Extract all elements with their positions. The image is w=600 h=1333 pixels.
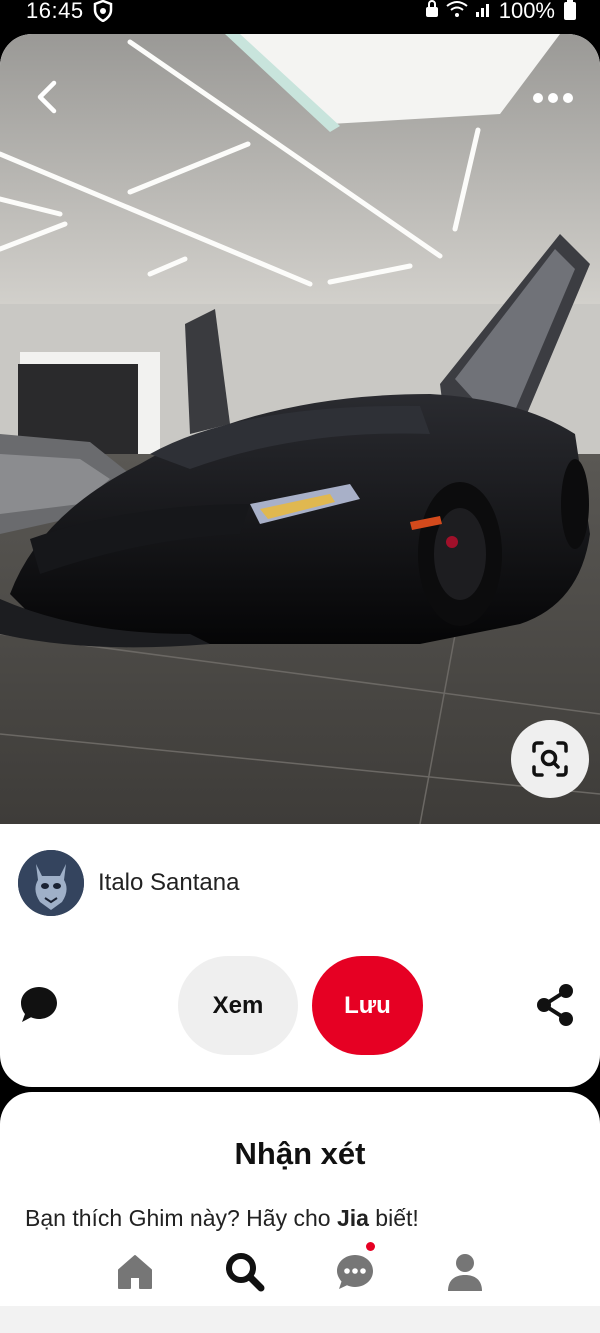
comment-button[interactable] <box>18 984 60 1026</box>
nav-home[interactable] <box>80 1242 190 1302</box>
wifi-icon <box>445 0 469 24</box>
view-button[interactable]: Xem <box>178 956 298 1055</box>
system-navigation-bar <box>0 1306 600 1333</box>
chat-icon <box>337 1255 373 1289</box>
search-icon <box>226 1253 265 1292</box>
notification-dot <box>366 1242 375 1251</box>
avatar[interactable] <box>18 850 84 916</box>
creator-name[interactable]: Italo Santana <box>98 869 239 897</box>
pin-image[interactable] <box>0 34 600 824</box>
nav-search[interactable] <box>190 1242 300 1302</box>
nav-profile[interactable] <box>410 1242 520 1302</box>
status-time: 16:45 <box>26 0 84 23</box>
comments-prompt-prefix: Bạn thích Ghim này? Hãy cho <box>25 1205 337 1231</box>
bottom-nav <box>0 1238 600 1306</box>
share-button[interactable] <box>534 982 576 1028</box>
pin-card: Italo Santana Xem Lưu <box>0 34 600 1087</box>
save-button[interactable]: Lưu <box>312 956 423 1055</box>
comments-prompt[interactable]: Bạn thích Ghim này? Hãy cho Jia biết! <box>25 1205 419 1232</box>
signal-icon <box>475 0 493 24</box>
battery-icon <box>564 0 576 20</box>
profile-icon <box>448 1254 482 1291</box>
comments-prompt-suffix: biết! <box>368 1205 419 1231</box>
home-icon <box>118 1255 152 1289</box>
chevron-left-icon <box>37 80 57 114</box>
lock-icon <box>425 0 439 24</box>
more-dots-icon <box>533 93 573 103</box>
share-icon <box>537 984 573 1026</box>
shield-icon <box>93 0 113 28</box>
lens-search-icon <box>532 741 568 777</box>
creator-row[interactable]: Italo Santana <box>18 850 239 916</box>
visual-search-button[interactable] <box>511 720 589 798</box>
battery-percent: 100% <box>498 0 555 23</box>
back-button[interactable] <box>24 74 70 120</box>
more-options-button[interactable] <box>526 78 580 118</box>
pin-actions: Xem Lưu <box>0 956 600 1056</box>
comments-title: Nhận xét <box>234 1136 366 1171</box>
comment-bubble-icon <box>21 987 57 1022</box>
nav-messages[interactable] <box>300 1242 410 1302</box>
status-bar: 16:45 100% <box>0 0 600 30</box>
status-indicators: 100% <box>425 0 576 24</box>
comments-prompt-name: Jia <box>336 1205 369 1231</box>
